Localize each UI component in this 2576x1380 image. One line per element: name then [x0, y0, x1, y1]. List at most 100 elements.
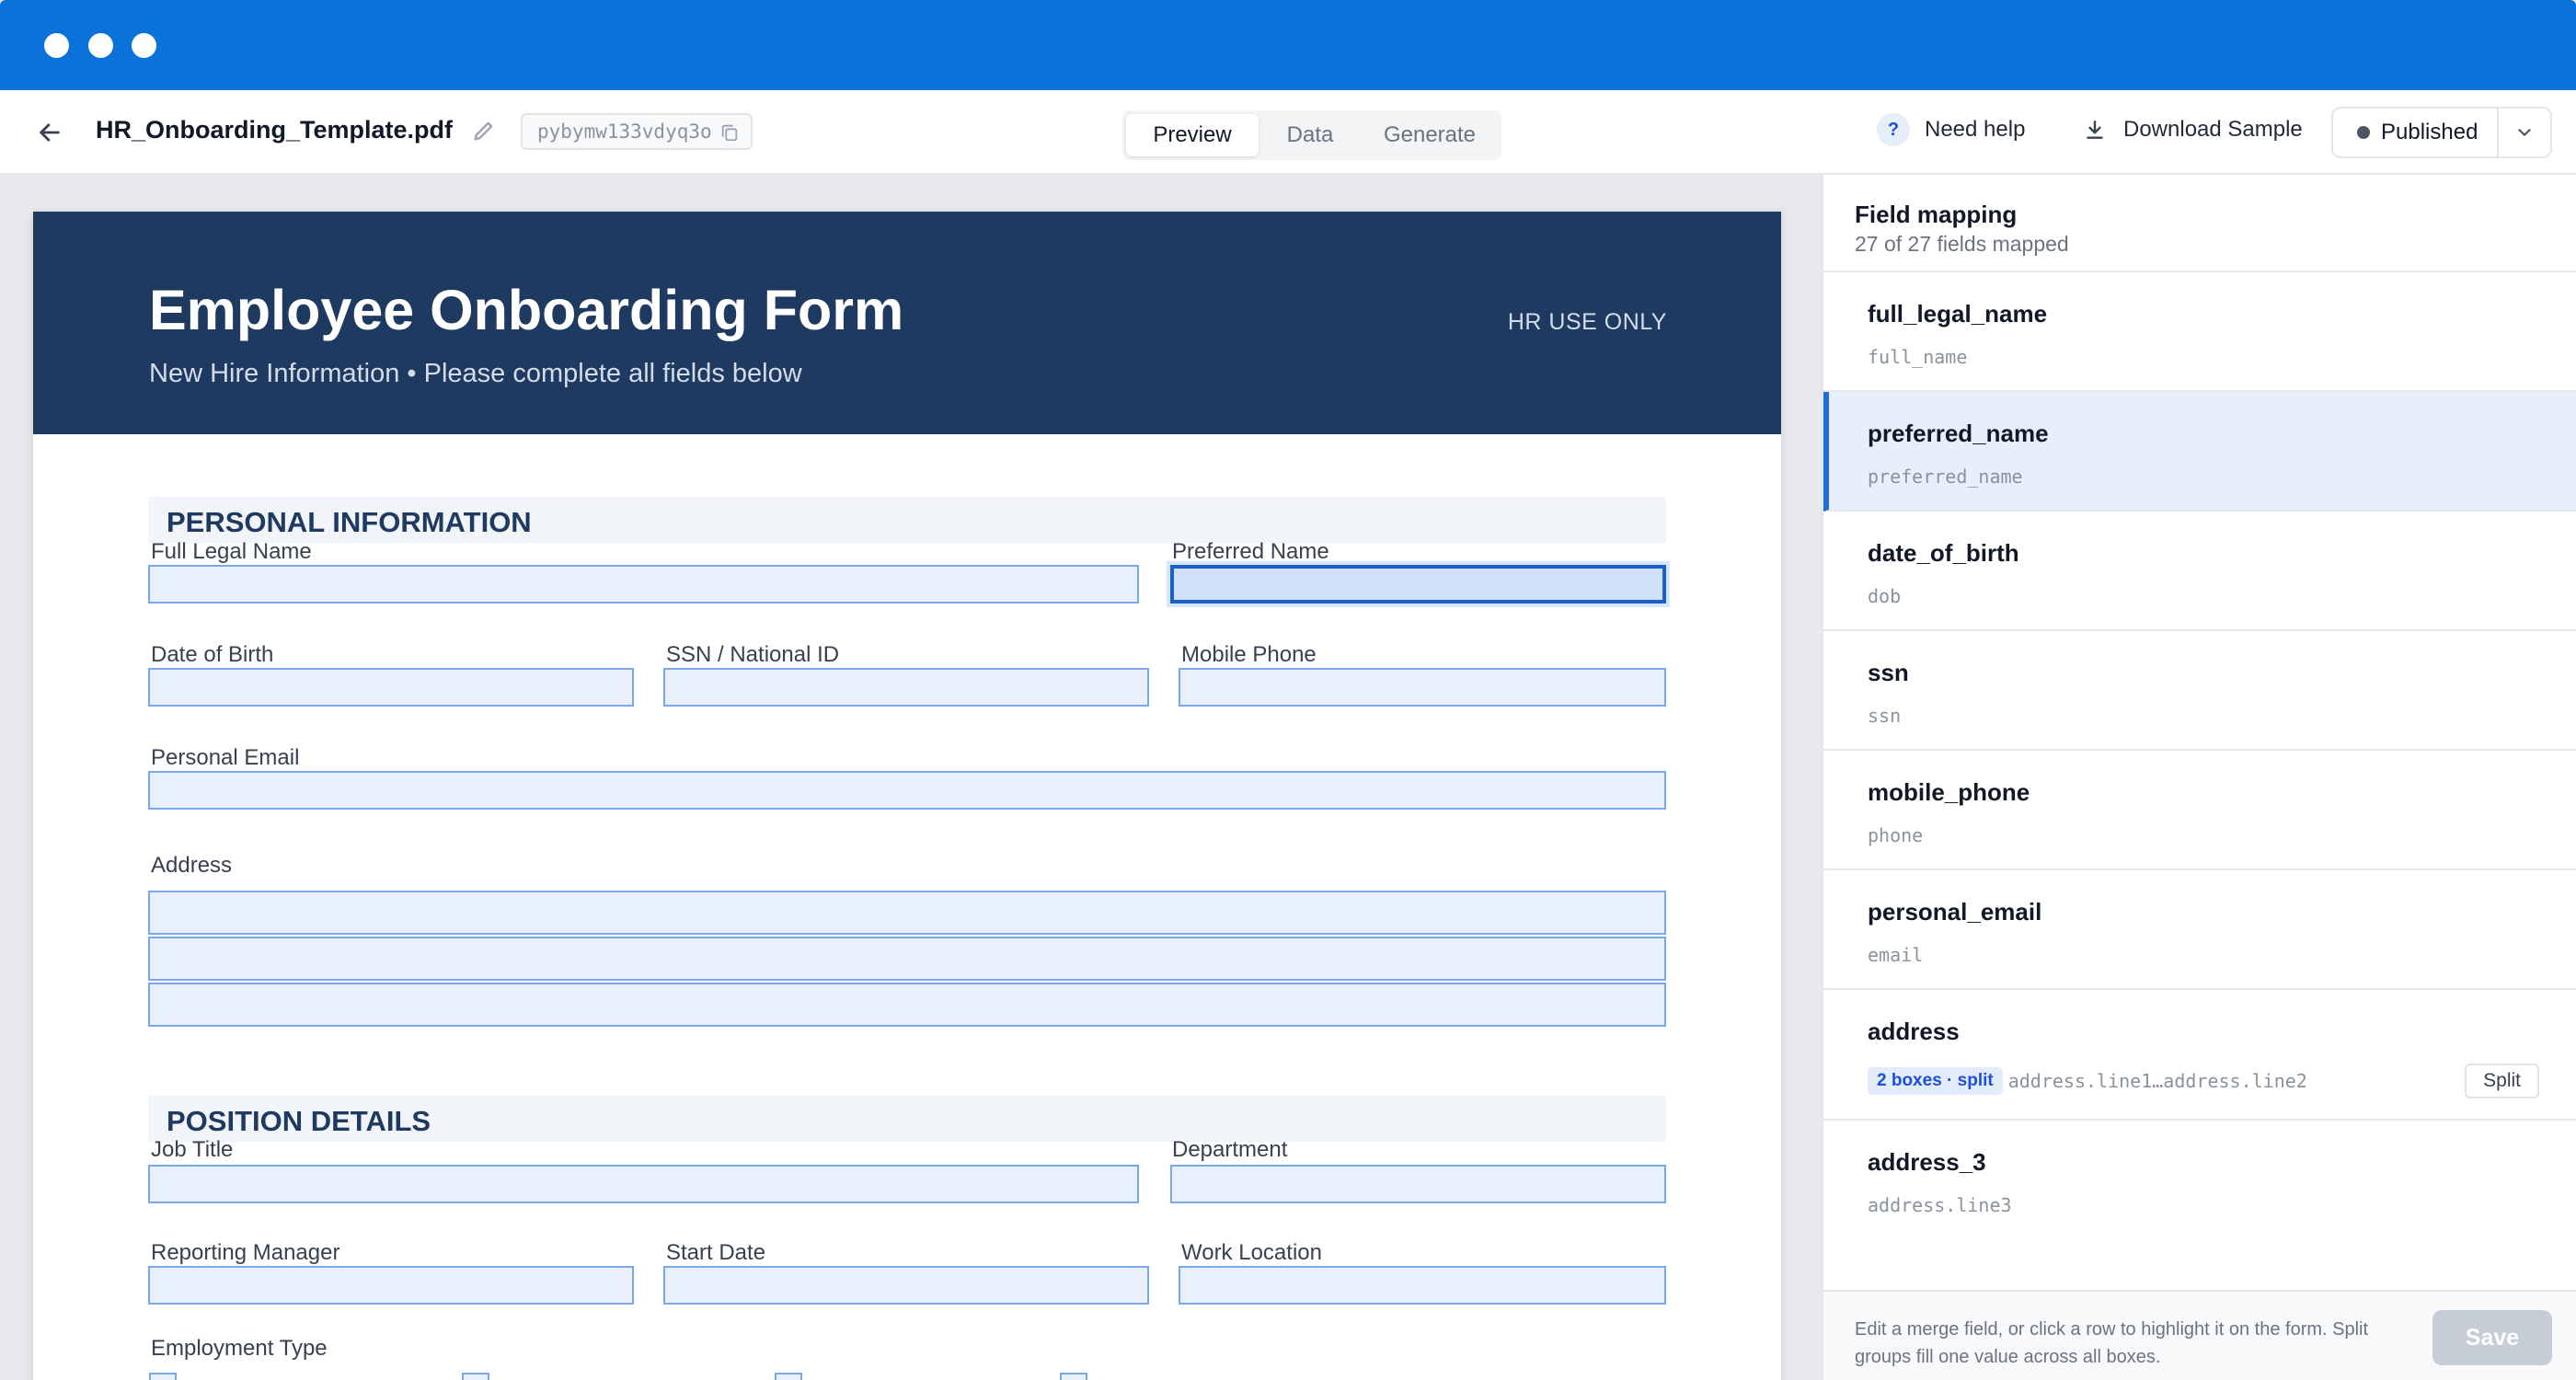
field-work-location[interactable]: [1179, 1266, 1666, 1305]
split-badge: 2 boxes · split: [1868, 1067, 2003, 1095]
save-button[interactable]: Save: [2432, 1310, 2552, 1365]
section-position-details: POSITION DETAILS: [148, 1096, 1666, 1142]
field-full-legal-name[interactable]: [148, 565, 1139, 604]
chevron-down-icon: [2518, 129, 2531, 136]
publish-status-button[interactable]: Published: [2333, 109, 2499, 156]
mapping-field-name: ssn: [1868, 659, 1909, 686]
field-start-date[interactable]: [663, 1266, 1149, 1305]
field-date-of-birth[interactable]: [148, 668, 634, 707]
pdf-page: Employee Onboarding Form New Hire Inform…: [33, 212, 1781, 1380]
mapping-merge-field[interactable]: phone: [1868, 824, 1923, 846]
label-preferred-name: Preferred Name: [1172, 539, 1329, 564]
field-address-line-2[interactable]: [148, 937, 1666, 981]
split-group: 2 boxes · split address.line1…address.li…: [1868, 1067, 2307, 1095]
field-department[interactable]: [1170, 1165, 1666, 1203]
mapping-field-name: address: [1868, 1018, 1960, 1045]
window-maximize-button[interactable]: [132, 33, 156, 58]
field-preferred-name[interactable]: [1170, 565, 1666, 604]
mapping-merge-field[interactable]: email: [1868, 944, 1923, 966]
field-reporting-manager[interactable]: [148, 1266, 634, 1305]
mapping-row-ssn[interactable]: ssn ssn: [1823, 631, 2576, 751]
mapping-row-mobile-phone[interactable]: mobile_phone phone: [1823, 751, 2576, 870]
mapping-field-name: mobile_phone: [1868, 778, 2030, 806]
field-ssn[interactable]: [663, 668, 1149, 707]
mapping-row-full-legal-name[interactable]: full_legal_name full_name: [1823, 272, 2576, 392]
copy-icon: [721, 124, 737, 142]
mapping-field-name: personal_email: [1868, 898, 2042, 926]
download-sample-label: Download Sample: [2123, 117, 2303, 142]
label-full-legal-name: Full Legal Name: [151, 539, 312, 564]
question-icon: ?: [1877, 113, 1910, 146]
rename-button[interactable]: [471, 118, 500, 147]
label-employment-type: Employment Type: [151, 1336, 328, 1361]
mapping-merge-field[interactable]: dob: [1868, 585, 1901, 607]
form-subtitle: New Hire Information • Please complete a…: [149, 359, 802, 388]
document-id-chip[interactable]: pybymw133vdyq3o: [521, 113, 753, 150]
split-button[interactable]: Split: [2465, 1064, 2539, 1098]
tab-data[interactable]: Data: [1259, 114, 1362, 156]
mapping-field-name: date_of_birth: [1868, 539, 2019, 567]
field-personal-email[interactable]: [148, 771, 1666, 810]
back-button[interactable]: [31, 114, 68, 151]
window-minimize-button[interactable]: [88, 33, 113, 58]
label-reporting-manager: Reporting Manager: [151, 1240, 340, 1265]
mapping-merge-field[interactable]: address.line1…address.line2: [2008, 1070, 2307, 1092]
checkbox-employment-type-2[interactable]: [462, 1373, 489, 1380]
publish-status-control: Published: [2331, 107, 2552, 158]
mapped-count: 27 of 27 fields mapped: [1855, 232, 2069, 256]
mapping-field-name: full_legal_name: [1868, 300, 2048, 328]
section-personal-information: PERSONAL INFORMATION: [148, 497, 1666, 543]
download-icon: [2087, 121, 2103, 139]
mapping-list[interactable]: full_legal_name full_name preferred_name…: [1823, 272, 2576, 1220]
mapping-merge-field[interactable]: ssn: [1868, 705, 1901, 727]
tab-generate[interactable]: Generate: [1362, 114, 1498, 156]
label-address: Address: [151, 853, 233, 878]
mapping-row-date-of-birth[interactable]: date_of_birth dob: [1823, 512, 2576, 631]
field-address-line-3[interactable]: [148, 983, 1666, 1027]
window-titlebar: [0, 0, 2576, 90]
section-title: PERSONAL INFORMATION: [167, 506, 532, 538]
label-mobile-phone: Mobile Phone: [1181, 642, 1317, 667]
document-canvas: Employee Onboarding Form New Hire Inform…: [0, 175, 1822, 1380]
need-help-button[interactable]: ? Need help: [1877, 113, 2025, 146]
field-mobile-phone[interactable]: [1179, 668, 1666, 707]
panel-title: Field mapping: [1855, 201, 2018, 228]
checkbox-employment-type-3[interactable]: [775, 1373, 802, 1380]
mapping-merge-field[interactable]: preferred_name: [1868, 466, 2023, 488]
file-name: HR_Onboarding_Template.pdf: [96, 116, 454, 144]
field-mapping-panel: Field mapping 27 of 27 fields mapped ful…: [1822, 175, 2576, 1380]
checkbox-employment-type-1[interactable]: [149, 1373, 177, 1380]
mapping-row-preferred-name[interactable]: preferred_name preferred_name: [1823, 392, 2576, 512]
publish-menu-toggle[interactable]: [2499, 122, 2550, 143]
form-title: Employee Onboarding Form: [149, 279, 904, 341]
field-job-title[interactable]: [148, 1165, 1139, 1203]
label-ssn: SSN / National ID: [666, 642, 840, 667]
footer-help-text: Edit a merge field, or click a row to hi…: [1855, 1319, 2369, 1367]
form-header: Employee Onboarding Form New Hire Inform…: [33, 212, 1781, 434]
publish-status-label: Published: [2381, 120, 2478, 144]
mapping-row-address-3[interactable]: address_3 address.line3: [1823, 1121, 2576, 1220]
pencil-icon: [474, 121, 493, 141]
mapping-field-name: address_3: [1868, 1148, 1986, 1176]
label-department: Department: [1172, 1137, 1288, 1162]
hr-use-only-label: HR USE ONLY: [1507, 309, 1667, 335]
tab-preview[interactable]: Preview: [1126, 114, 1259, 156]
top-toolbar: HR_Onboarding_Template.pdf pybymw133vdyq…: [0, 90, 2576, 175]
label-job-title: Job Title: [151, 1137, 234, 1162]
mapping-merge-field[interactable]: full_name: [1868, 346, 1967, 368]
section-title: POSITION DETAILS: [167, 1105, 431, 1137]
document-id: pybymw133vdyq3o: [537, 121, 712, 143]
download-sample-button[interactable]: Download Sample: [2083, 113, 2303, 146]
mapping-row-address[interactable]: address 2 boxes · split address.line1…ad…: [1823, 990, 2576, 1121]
mapping-merge-field[interactable]: address.line3: [1868, 1194, 2012, 1216]
label-date-of-birth: Date of Birth: [151, 642, 274, 667]
field-address-line-1[interactable]: [148, 891, 1666, 935]
mapping-field-name: preferred_name: [1868, 420, 2049, 447]
checkbox-employment-type-4[interactable]: [1060, 1373, 1087, 1380]
window-close-button[interactable]: [44, 33, 69, 58]
mapping-row-personal-email[interactable]: personal_email email: [1823, 870, 2576, 990]
status-dot-icon: [2357, 126, 2370, 139]
panel-footer: Edit a merge field, or click a row to hi…: [1823, 1290, 2576, 1380]
need-help-label: Need help: [1925, 117, 2026, 142]
view-tabs: Preview Data Generate: [1122, 110, 1501, 160]
